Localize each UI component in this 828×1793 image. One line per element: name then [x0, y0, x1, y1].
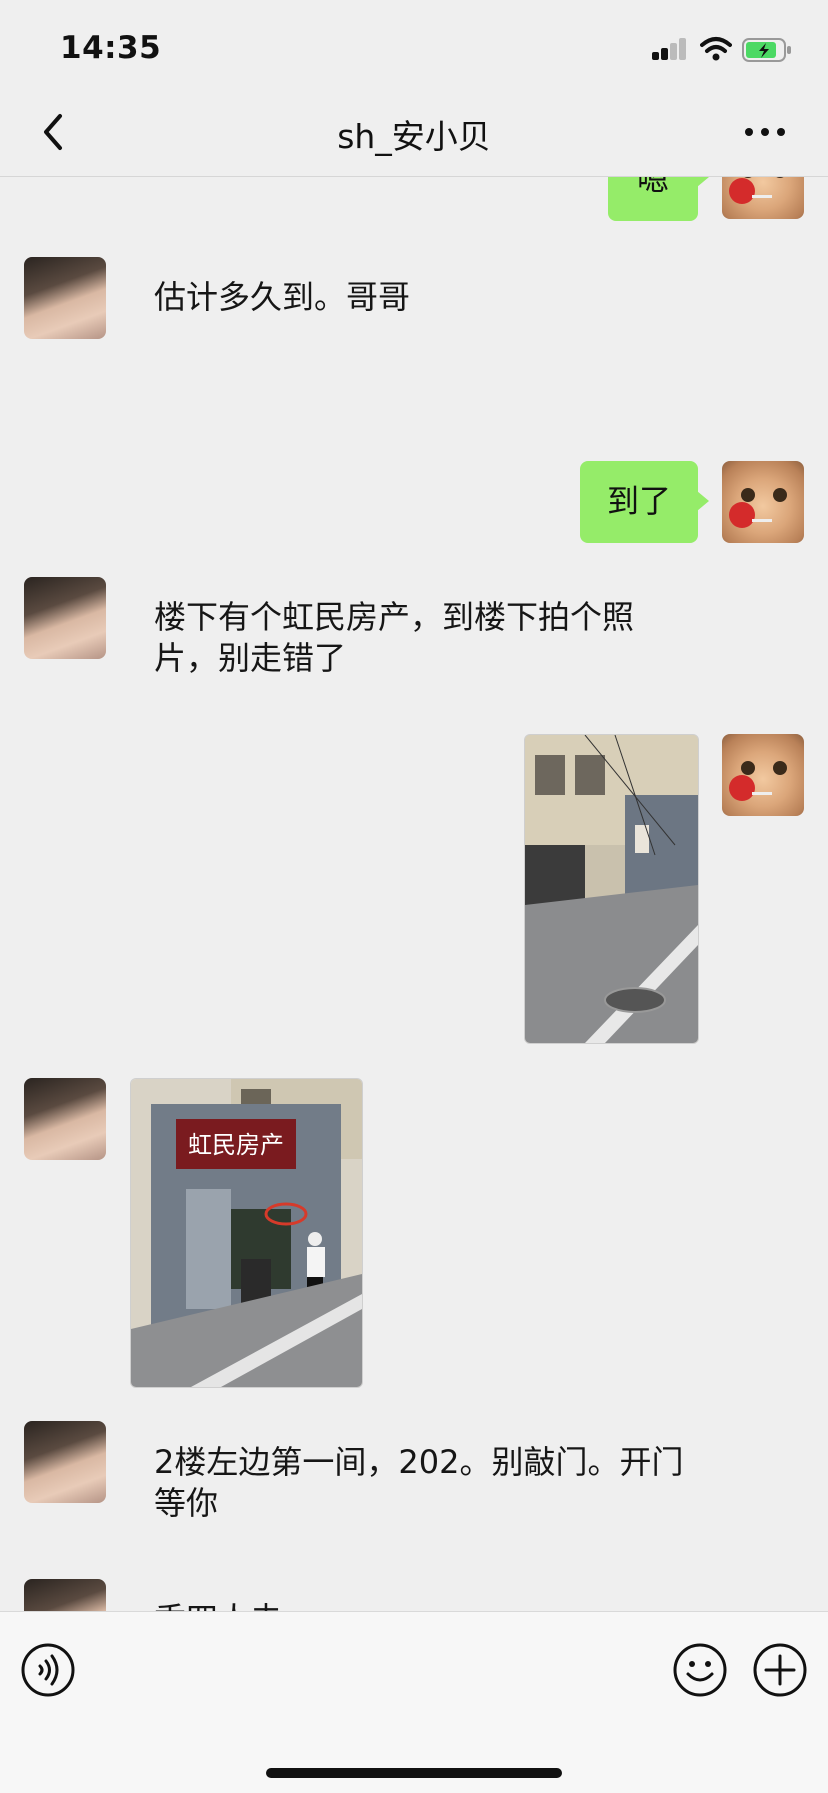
message-list[interactable]: 嗯 估计多久到。哥哥 到了 楼下有个虹民房产，到楼下拍个照片，别走错了 虹民房产…: [0, 177, 828, 1611]
contact-avatar[interactable]: [24, 577, 106, 659]
status-time: 14:35: [60, 30, 162, 66]
cat-avatar-image: [729, 761, 787, 801]
message-text: 嗯: [636, 177, 669, 198]
chat-header: sh_安小贝: [0, 88, 828, 177]
contact-avatar[interactable]: [24, 1421, 106, 1503]
sent-photo[interactable]: [524, 734, 699, 1044]
contact-avatar[interactable]: [24, 1579, 106, 1611]
more-icon[interactable]: [740, 110, 790, 154]
chat-title: sh_安小贝: [337, 117, 491, 156]
my-avatar[interactable]: [722, 177, 804, 219]
street-photo-image: [525, 735, 698, 1043]
cat-avatar-image: [729, 177, 784, 204]
message-bubble[interactable]: 到了: [580, 461, 709, 543]
cat-avatar-image: [729, 488, 787, 528]
voice-icon[interactable]: [20, 1642, 76, 1698]
plus-icon[interactable]: [752, 1642, 808, 1698]
battery-icon: [742, 38, 791, 62]
input-bar: [0, 1611, 828, 1793]
signal-icon: [652, 38, 688, 60]
status-bar: 14:35: [0, 0, 828, 88]
message-text[interactable]: 2楼左边第一间，202。别敲门。开门等你: [154, 1442, 684, 1524]
received-photo[interactable]: 虹民房产: [130, 1078, 363, 1388]
message-bubble[interactable]: 嗯: [608, 177, 709, 221]
store-sign-text: 虹民房产: [188, 1131, 284, 1159]
wifi-icon: [700, 37, 732, 61]
message-text[interactable]: 香四人去: [154, 1599, 282, 1611]
contact-avatar[interactable]: [24, 1078, 106, 1160]
message-text: 到了: [606, 482, 671, 520]
my-avatar[interactable]: [722, 461, 804, 543]
contact-avatar[interactable]: [24, 257, 106, 339]
message-text[interactable]: 楼下有个虹民房产，到楼下拍个照片，别走错了: [154, 597, 684, 679]
emoji-icon[interactable]: [672, 1642, 728, 1698]
message-text[interactable]: 估计多久到。哥哥: [154, 277, 410, 318]
home-indicator[interactable]: [266, 1768, 562, 1778]
storefront-photo-image: 虹民房产: [131, 1079, 362, 1387]
my-avatar[interactable]: [722, 734, 804, 816]
